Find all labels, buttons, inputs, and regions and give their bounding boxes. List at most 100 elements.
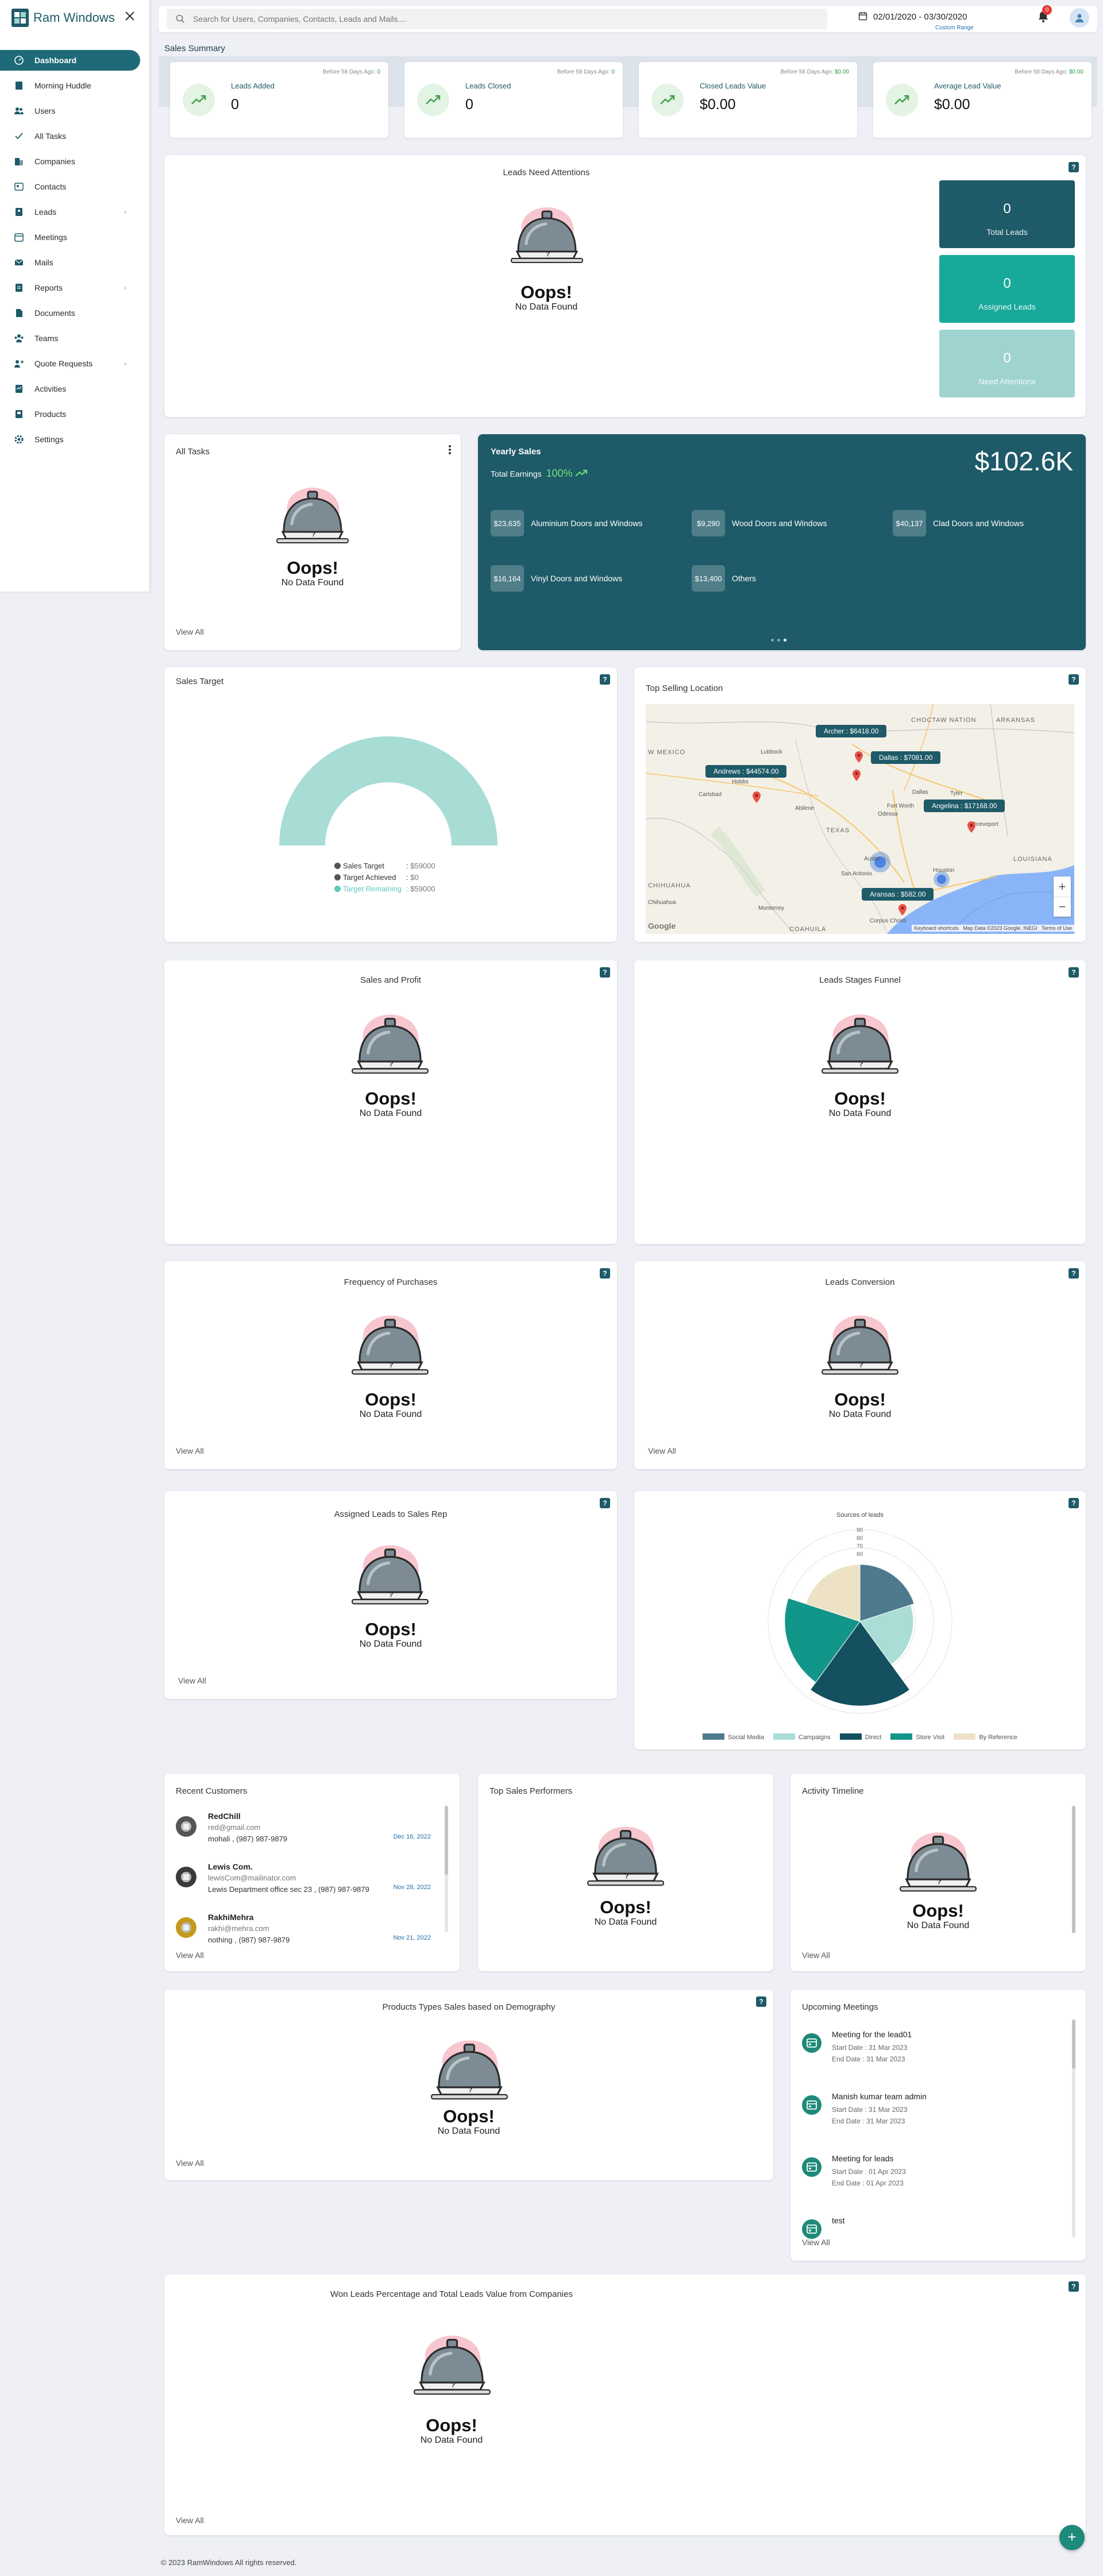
sidebar-item-activities[interactable]: Activities bbox=[0, 379, 140, 399]
view-all-link[interactable]: View All bbox=[802, 1951, 830, 1960]
map-marker-icon[interactable] bbox=[855, 751, 863, 763]
map-label: Odessa bbox=[878, 811, 898, 817]
trend-up-icon bbox=[651, 84, 684, 116]
sidebar-item-label: Documents bbox=[34, 308, 75, 318]
sidebar-item-reports[interactable]: Reports › bbox=[0, 277, 140, 298]
map-marker-icon[interactable] bbox=[853, 770, 861, 781]
sidebar-item-dashboard[interactable]: Dashboard bbox=[0, 50, 140, 71]
map-marker-icon[interactable] bbox=[753, 791, 761, 803]
map[interactable]: CHOCTAW NATION ARKANSAS Lubbock W MEXICO Dal… bbox=[646, 704, 1074, 934]
top-performers-card: Top Sales Performers ? Oops! No Data Fou… bbox=[478, 1774, 773, 1971]
map-marker-icon[interactable] bbox=[898, 904, 907, 916]
date-range-picker[interactable]: 02/01/2020 - 03/30/2020 Custom Range bbox=[858, 10, 985, 33]
help-icon[interactable]: ? bbox=[600, 674, 610, 685]
card-title: Top Selling Location bbox=[646, 683, 723, 693]
map-marker-icon[interactable] bbox=[967, 821, 975, 833]
map-label: Hobbs bbox=[732, 779, 749, 785]
help-icon[interactable]: ? bbox=[600, 1268, 610, 1279]
yearly-item-label: Vinyl Doors and Windows bbox=[531, 574, 623, 583]
close-sidebar-button[interactable] bbox=[123, 9, 138, 24]
sidebar-item-companies[interactable]: Companies bbox=[0, 151, 140, 172]
empty-state: Oops! No Data Found bbox=[164, 1619, 617, 1650]
view-all-link[interactable]: View All bbox=[176, 627, 204, 636]
document-icon bbox=[14, 308, 24, 318]
yearly-item-value: $13,400 bbox=[692, 565, 725, 592]
zoom-in-button[interactable]: + bbox=[1054, 876, 1071, 897]
map-pin-label[interactable]: Angelina : $17168.00 bbox=[924, 800, 1005, 812]
map-pin-label[interactable]: Archer : $6418.00 bbox=[816, 725, 887, 737]
chevron-right-icon[interactable]: › bbox=[124, 284, 126, 292]
google-logo: Google bbox=[648, 921, 676, 930]
sidebar-item-meetings[interactable]: Meetings bbox=[0, 227, 140, 248]
terms-link[interactable]: Terms of Use bbox=[1042, 925, 1072, 931]
notification-bell[interactable]: 0 bbox=[1038, 5, 1052, 24]
legend-item[interactable]: Direct bbox=[839, 1733, 881, 1741]
meeting-title: Manish kumar team admin bbox=[832, 2092, 927, 2101]
chevron-right-icon[interactable]: › bbox=[124, 360, 126, 368]
stat-total-leads[interactable]: 0 Total Leads bbox=[939, 180, 1075, 248]
fab-add-button[interactable]: + bbox=[1059, 2525, 1085, 2550]
before-label: Before 58 Days Ago: bbox=[322, 69, 376, 75]
help-icon[interactable]: ? bbox=[1069, 162, 1079, 172]
scrollbar[interactable] bbox=[1072, 2019, 1075, 2238]
legend-item[interactable]: Social Media bbox=[703, 1733, 764, 1741]
scrollbar[interactable] bbox=[445, 1806, 448, 1932]
meeting-item[interactable]: Manish kumar team admin Start Date : 31 M… bbox=[802, 2092, 1055, 2132]
map-pin-label[interactable]: Dallas : $7081.00 bbox=[871, 751, 941, 764]
legend-item[interactable]: By Reference bbox=[954, 1733, 1017, 1741]
keyboard-shortcuts-link[interactable]: Keyboard shortcuts bbox=[914, 925, 959, 931]
view-all-link[interactable]: View All bbox=[176, 2516, 204, 2525]
map-pin-label[interactable]: Aransas : $582.00 bbox=[862, 888, 934, 901]
sidebar-item-documents[interactable]: Documents bbox=[0, 303, 140, 323]
customer-item[interactable]: RakhiMehra rakhi@mehra.com nothing , (987)… bbox=[176, 1913, 440, 1953]
help-icon[interactable]: ? bbox=[600, 1498, 610, 1508]
sidebar-item-contacts[interactable]: Contacts bbox=[0, 176, 140, 197]
meeting-item[interactable]: test bbox=[802, 2216, 1055, 2256]
sidebar-item-morning-huddle[interactable]: Morning Huddle bbox=[0, 75, 140, 96]
customer-item[interactable]: Lewis Com. lewisCom@mailinator.com Lewis D… bbox=[176, 1862, 440, 1902]
view-all-link[interactable]: View All bbox=[178, 1676, 206, 1685]
sidebar-item-all-tasks[interactable]: All Tasks bbox=[0, 126, 140, 146]
meeting-item[interactable]: Meeting for the lead01 Start Date : 31 Ma… bbox=[802, 2030, 1055, 2070]
radial-tick-label: 70 bbox=[857, 1543, 863, 1550]
help-icon[interactable]: ? bbox=[1069, 2281, 1079, 2292]
map-pin-label[interactable]: Andrews : $44574.00 bbox=[705, 765, 787, 778]
meeting-item[interactable]: Meeting for leads Start Date : 01 Apr 202… bbox=[802, 2154, 1055, 2194]
help-icon[interactable]: ? bbox=[600, 967, 610, 978]
stat-label: Total Leads bbox=[986, 227, 1028, 237]
stat-assigned-leads[interactable]: 0 Assigned Leads bbox=[939, 255, 1075, 323]
sidebar-item-mails[interactable]: Mails bbox=[0, 252, 140, 273]
sidebar-item-products[interactable]: Products bbox=[0, 404, 140, 424]
yearly-item-value: $23,635 bbox=[491, 510, 524, 536]
help-icon[interactable]: ? bbox=[756, 1996, 766, 2007]
sidebar-item-leads[interactable]: Leads › bbox=[0, 202, 140, 222]
sidebar-item-quote-requests[interactable]: Quote Requests › bbox=[0, 353, 140, 374]
legend-item[interactable]: Campaigns bbox=[773, 1733, 831, 1741]
carousel-dots[interactable] bbox=[771, 639, 786, 642]
legend-item[interactable]: Store Visit bbox=[890, 1733, 944, 1741]
chevron-right-icon[interactable]: › bbox=[124, 208, 126, 216]
help-icon[interactable]: ? bbox=[1069, 1498, 1079, 1508]
card-title: Upcoming Meetings bbox=[802, 2002, 878, 2012]
sidebar-item-teams[interactable]: Teams bbox=[0, 328, 140, 349]
card-title: Won Leads Percentage and Total Leads Val… bbox=[330, 2289, 573, 2299]
stat-need-attentions[interactable]: 0 Need Attentions bbox=[939, 330, 1075, 397]
view-all-link[interactable]: View All bbox=[176, 2158, 204, 2168]
customer-item[interactable]: RedChill red@gmail.com mohali , (987) 987-… bbox=[176, 1812, 440, 1852]
view-all-link[interactable]: View All bbox=[648, 1446, 676, 1455]
help-icon[interactable]: ? bbox=[1069, 674, 1079, 685]
more-menu-button[interactable] bbox=[448, 445, 453, 456]
sidebar-item-settings[interactable]: Settings bbox=[0, 429, 140, 450]
search-input[interactable] bbox=[193, 14, 813, 24]
view-all-link[interactable]: View All bbox=[176, 1446, 204, 1455]
help-icon[interactable]: ? bbox=[1069, 1268, 1079, 1279]
user-avatar[interactable] bbox=[1070, 8, 1089, 28]
sidebar-item-label: Meetings bbox=[34, 233, 67, 242]
sidebar-item-users[interactable]: Users bbox=[0, 101, 140, 121]
zoom-out-button[interactable]: − bbox=[1054, 897, 1071, 917]
help-icon[interactable]: ? bbox=[1069, 967, 1079, 978]
kebab-icon bbox=[449, 445, 451, 454]
oops-title: Oops! bbox=[600, 1897, 651, 1917]
search-box[interactable] bbox=[167, 9, 827, 29]
empty-illustration: ? bbox=[501, 195, 593, 278]
